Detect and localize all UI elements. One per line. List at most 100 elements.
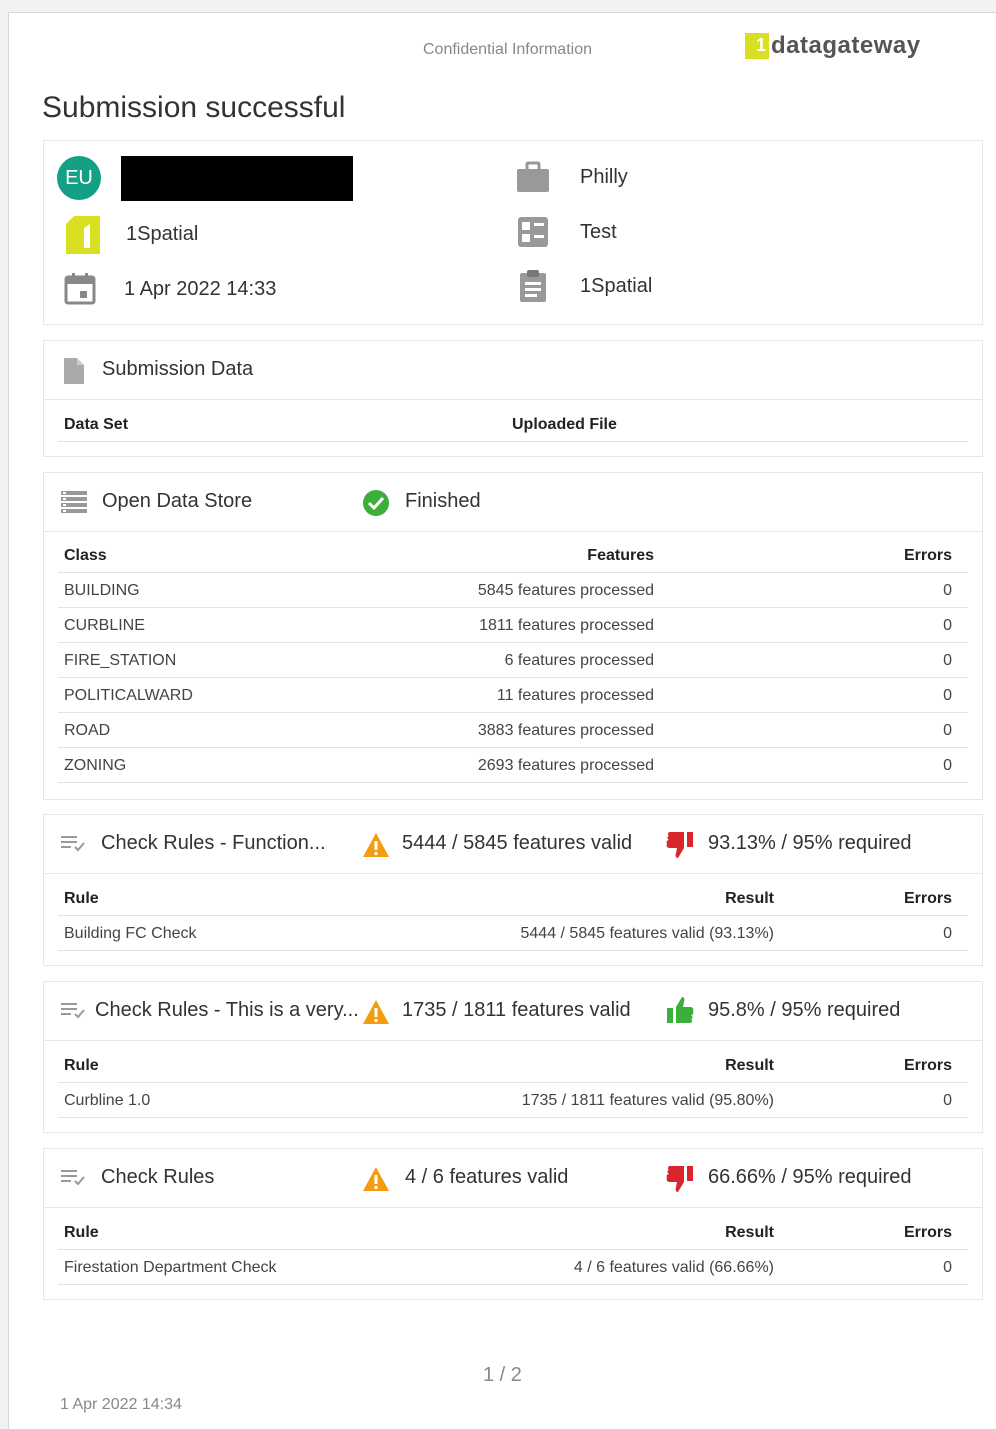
- owner-name: 1Spatial: [580, 274, 653, 297]
- col-header-result: Result: [725, 890, 774, 907]
- cell-result: 4 / 6 features valid (66.66%): [573, 1259, 774, 1276]
- warning-icon: [362, 1166, 390, 1192]
- required-summary: 95.8% / 95% required: [708, 999, 901, 1021]
- check-rules-card: Check Rules 4 / 6 features valid 66.66% …: [43, 1148, 983, 1300]
- features-valid-summary: 1735 / 1811 features valid: [402, 999, 631, 1021]
- thumbs-down-icon: [665, 831, 695, 859]
- divider: [58, 1284, 968, 1285]
- col-header-rule: Rule: [64, 1057, 99, 1074]
- divider: [58, 782, 968, 783]
- cell-errors: 0: [943, 1259, 952, 1276]
- divider: [58, 747, 968, 748]
- briefcase-icon: [515, 159, 551, 195]
- user-avatar: EU: [57, 156, 101, 200]
- confidential-label: Confidential Information: [423, 41, 592, 58]
- cell-features: 3883 features processed: [477, 722, 654, 739]
- cell-errors: 0: [943, 757, 952, 774]
- divider: [58, 712, 968, 713]
- col-header-rule: Rule: [64, 1224, 99, 1241]
- organisation-name: 1Spatial: [126, 222, 199, 245]
- cell-features: 6 features processed: [504, 652, 654, 669]
- cell-class: ZONING: [64, 757, 127, 774]
- check-rules-header: Check Rules - This is a very... 1735 / 1…: [44, 982, 982, 1041]
- cell-errors: 0: [943, 1092, 952, 1109]
- redacted-user-name: [121, 156, 353, 201]
- divider: [58, 642, 968, 643]
- cell-errors: 0: [943, 652, 952, 669]
- check-rules-title: Check Rules - Function...: [101, 832, 326, 854]
- check-rules-header: Check Rules - Function... 5444 / 5845 fe…: [44, 815, 982, 874]
- col-header-result: Result: [725, 1224, 774, 1241]
- col-header-class: Class: [64, 547, 107, 564]
- cell-errors: 0: [943, 925, 952, 942]
- datagateway-logo: 1 datagateway: [745, 32, 921, 60]
- printed-date: 1 Apr 2022 14:34: [60, 1396, 182, 1413]
- checklist-icon: [61, 1169, 87, 1187]
- open-data-store-title: Open Data Store: [102, 490, 253, 512]
- open-data-store-card: Open Data Store Finished Class Features …: [43, 472, 983, 800]
- required-summary: 66.66% / 95% required: [708, 1166, 912, 1188]
- cell-class: FIRE_STATION: [64, 652, 177, 669]
- divider: [58, 1117, 968, 1118]
- col-header-errors: Errors: [903, 1224, 952, 1241]
- check-rules-card: Check Rules - Function... 5444 / 5845 fe…: [43, 814, 983, 966]
- page-title: Submission successful: [42, 91, 346, 124]
- checklist-icon: [61, 835, 87, 853]
- check-rules-card: Check Rules - This is a very... 1735 / 1…: [43, 981, 983, 1133]
- divider: [58, 677, 968, 678]
- cell-features: 11 features processed: [496, 687, 654, 704]
- divider: [58, 441, 968, 442]
- cell-rule: Curbline 1.0: [64, 1092, 151, 1109]
- summary-card: EU 1Spatial 1 Apr 2022 14:33 Philly Test…: [43, 140, 983, 325]
- submission-data-header: Submission Data: [44, 341, 982, 400]
- check-rules-title: Check Rules: [101, 1166, 215, 1188]
- thumbs-down-icon: [665, 1165, 695, 1193]
- col-header-features: Features: [587, 547, 654, 564]
- col-header-dataset: Data Set: [64, 416, 129, 433]
- submission-date: 1 Apr 2022 14:33: [124, 277, 277, 300]
- logo-text: datagateway: [771, 32, 921, 59]
- data-store-icon: [61, 491, 87, 513]
- thumbs-up-icon: [665, 996, 695, 1024]
- col-header-errors: Errors: [903, 547, 952, 564]
- cell-features: 2693 features processed: [477, 757, 654, 774]
- cell-rule: Building FC Check: [64, 925, 197, 942]
- status-finished: Finished: [405, 490, 481, 512]
- report-page: Confidential Information 1 datagateway S…: [8, 12, 996, 1429]
- open-data-store-header: Open Data Store Finished: [44, 473, 982, 532]
- divider: [58, 915, 968, 916]
- checklist-icon: [61, 1002, 87, 1020]
- cell-class: BUILDING: [64, 582, 140, 599]
- project-name: Philly: [580, 165, 628, 188]
- document-icon: [62, 357, 86, 385]
- logo-mark-icon: 1: [745, 33, 769, 59]
- organisation-logo-icon: [60, 214, 100, 254]
- cell-errors: 0: [943, 617, 952, 634]
- col-header-rule: Rule: [64, 890, 99, 907]
- col-header-errors: Errors: [903, 890, 952, 907]
- required-summary: 93.13% / 95% required: [708, 832, 912, 854]
- check-rules-header: Check Rules 4 / 6 features valid 66.66% …: [44, 1149, 982, 1208]
- cell-class: POLITICALWARD: [64, 687, 193, 704]
- cell-rule: Firestation Department Check: [64, 1259, 277, 1276]
- col-header-uploaded-file: Uploaded File: [512, 416, 617, 433]
- warning-icon: [362, 832, 390, 858]
- submission-data-title: Submission Data: [102, 358, 254, 380]
- divider: [58, 572, 968, 573]
- check-circle-icon: [362, 489, 390, 517]
- cell-result: 1735 / 1811 features valid (95.80%): [521, 1092, 774, 1109]
- cell-class: CURBLINE: [64, 617, 145, 634]
- cell-errors: 0: [943, 687, 952, 704]
- divider: [58, 1249, 968, 1250]
- calendar-icon: [62, 271, 98, 307]
- col-header-errors: Errors: [903, 1057, 952, 1074]
- cell-result: 5444 / 5845 features valid (93.13%): [520, 925, 775, 942]
- page-number: 1 / 2: [483, 1364, 522, 1386]
- cell-features: 5845 features processed: [477, 582, 654, 599]
- col-header-result: Result: [725, 1057, 774, 1074]
- features-valid-summary: 5444 / 5845 features valid: [402, 832, 633, 854]
- submission-type: Test: [580, 220, 617, 243]
- submission-data-card: Submission Data Data Set Uploaded File: [43, 340, 983, 457]
- cell-errors: 0: [943, 722, 952, 739]
- cell-class: ROAD: [64, 722, 111, 739]
